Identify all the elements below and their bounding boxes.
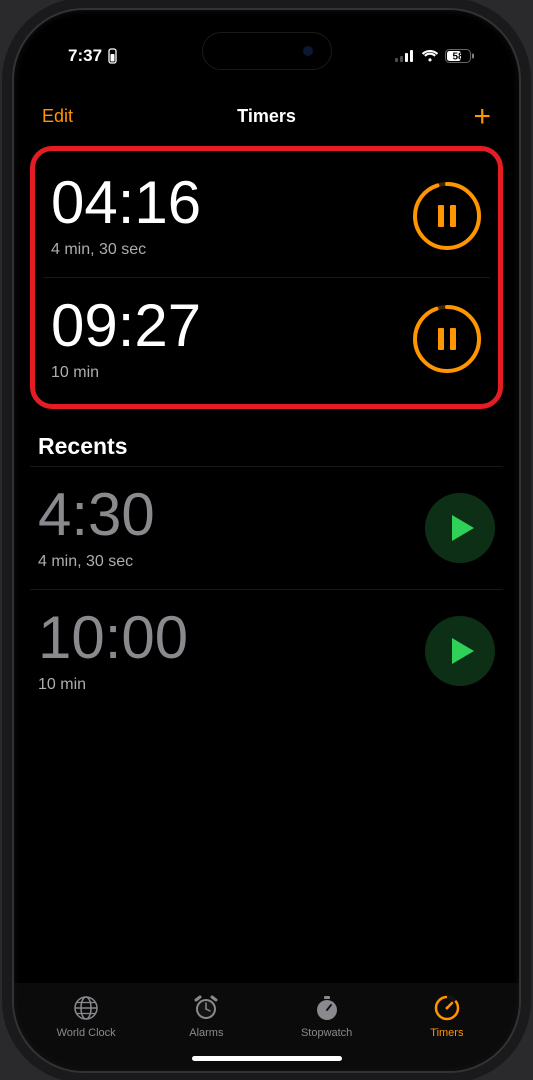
recent-timer-row[interactable]: 4:30 4 min, 30 sec bbox=[30, 467, 503, 590]
active-timer-row[interactable]: 04:16 4 min, 30 sec bbox=[43, 155, 490, 278]
alarm-clock-icon bbox=[191, 993, 221, 1023]
edit-button[interactable]: Edit bbox=[42, 106, 73, 127]
timer-remaining: 09:27 bbox=[51, 296, 201, 356]
home-indicator[interactable] bbox=[192, 1056, 342, 1061]
timer-duration: 10 min bbox=[51, 364, 201, 382]
timer-info: 04:16 4 min, 30 sec bbox=[51, 173, 201, 259]
status-time: 7:37 bbox=[68, 46, 102, 66]
tab-timers[interactable]: Timers bbox=[387, 993, 507, 1039]
play-icon bbox=[452, 515, 474, 541]
tab-stopwatch[interactable]: Stopwatch bbox=[267, 993, 387, 1039]
pause-button[interactable] bbox=[412, 304, 482, 374]
timer-duration-large: 10:00 bbox=[38, 608, 188, 668]
timer-icon bbox=[432, 993, 462, 1023]
page-title: Timers bbox=[237, 106, 296, 127]
pause-icon bbox=[438, 205, 456, 227]
battery-charging-small-icon bbox=[106, 48, 119, 64]
timer-duration: 10 min bbox=[38, 676, 188, 694]
status-right: 58 bbox=[395, 49, 475, 63]
recents-list: 4:30 4 min, 30 sec 10:00 10 min bbox=[30, 466, 503, 712]
cellular-icon bbox=[395, 50, 415, 62]
timer-info: 10:00 10 min bbox=[38, 608, 188, 694]
start-button[interactable] bbox=[425, 616, 495, 686]
timer-duration: 4 min, 30 sec bbox=[51, 241, 201, 259]
wifi-icon bbox=[421, 49, 439, 62]
dynamic-island bbox=[202, 32, 332, 70]
pause-button[interactable] bbox=[412, 181, 482, 251]
globe-icon bbox=[71, 993, 101, 1023]
start-button[interactable] bbox=[425, 493, 495, 563]
tab-world-clock[interactable]: World Clock bbox=[26, 993, 146, 1039]
navbar: Edit Timers + bbox=[14, 92, 519, 142]
svg-text:58: 58 bbox=[452, 51, 464, 62]
recents-header: Recents bbox=[30, 431, 503, 466]
phone-frame: 7:37 58 Edit Tim bbox=[12, 8, 521, 1073]
timer-remaining: 04:16 bbox=[51, 173, 201, 233]
play-icon bbox=[452, 638, 474, 664]
tab-alarms[interactable]: Alarms bbox=[146, 993, 266, 1039]
status-left: 7:37 bbox=[68, 46, 119, 66]
tab-label: World Clock bbox=[57, 1027, 116, 1039]
active-timer-row[interactable]: 09:27 10 min bbox=[43, 278, 490, 400]
recent-timer-row[interactable]: 10:00 10 min bbox=[30, 590, 503, 712]
tab-label: Timers bbox=[430, 1027, 463, 1039]
active-timers-highlight: 04:16 4 min, 30 sec 09:27 10 min bbox=[30, 146, 503, 409]
tab-label: Alarms bbox=[189, 1027, 223, 1039]
battery-icon: 58 bbox=[445, 49, 475, 63]
timer-duration: 4 min, 30 sec bbox=[38, 553, 155, 571]
tab-label: Stopwatch bbox=[301, 1027, 352, 1039]
content-area: 04:16 4 min, 30 sec 09:27 10 min bbox=[14, 146, 519, 983]
timer-info: 09:27 10 min bbox=[51, 296, 201, 382]
timer-info: 4:30 4 min, 30 sec bbox=[38, 485, 155, 571]
timer-duration-large: 4:30 bbox=[38, 485, 155, 545]
stopwatch-icon bbox=[312, 993, 342, 1023]
camera-dot bbox=[303, 46, 313, 56]
add-timer-button[interactable]: + bbox=[473, 102, 491, 132]
pause-icon bbox=[438, 328, 456, 350]
